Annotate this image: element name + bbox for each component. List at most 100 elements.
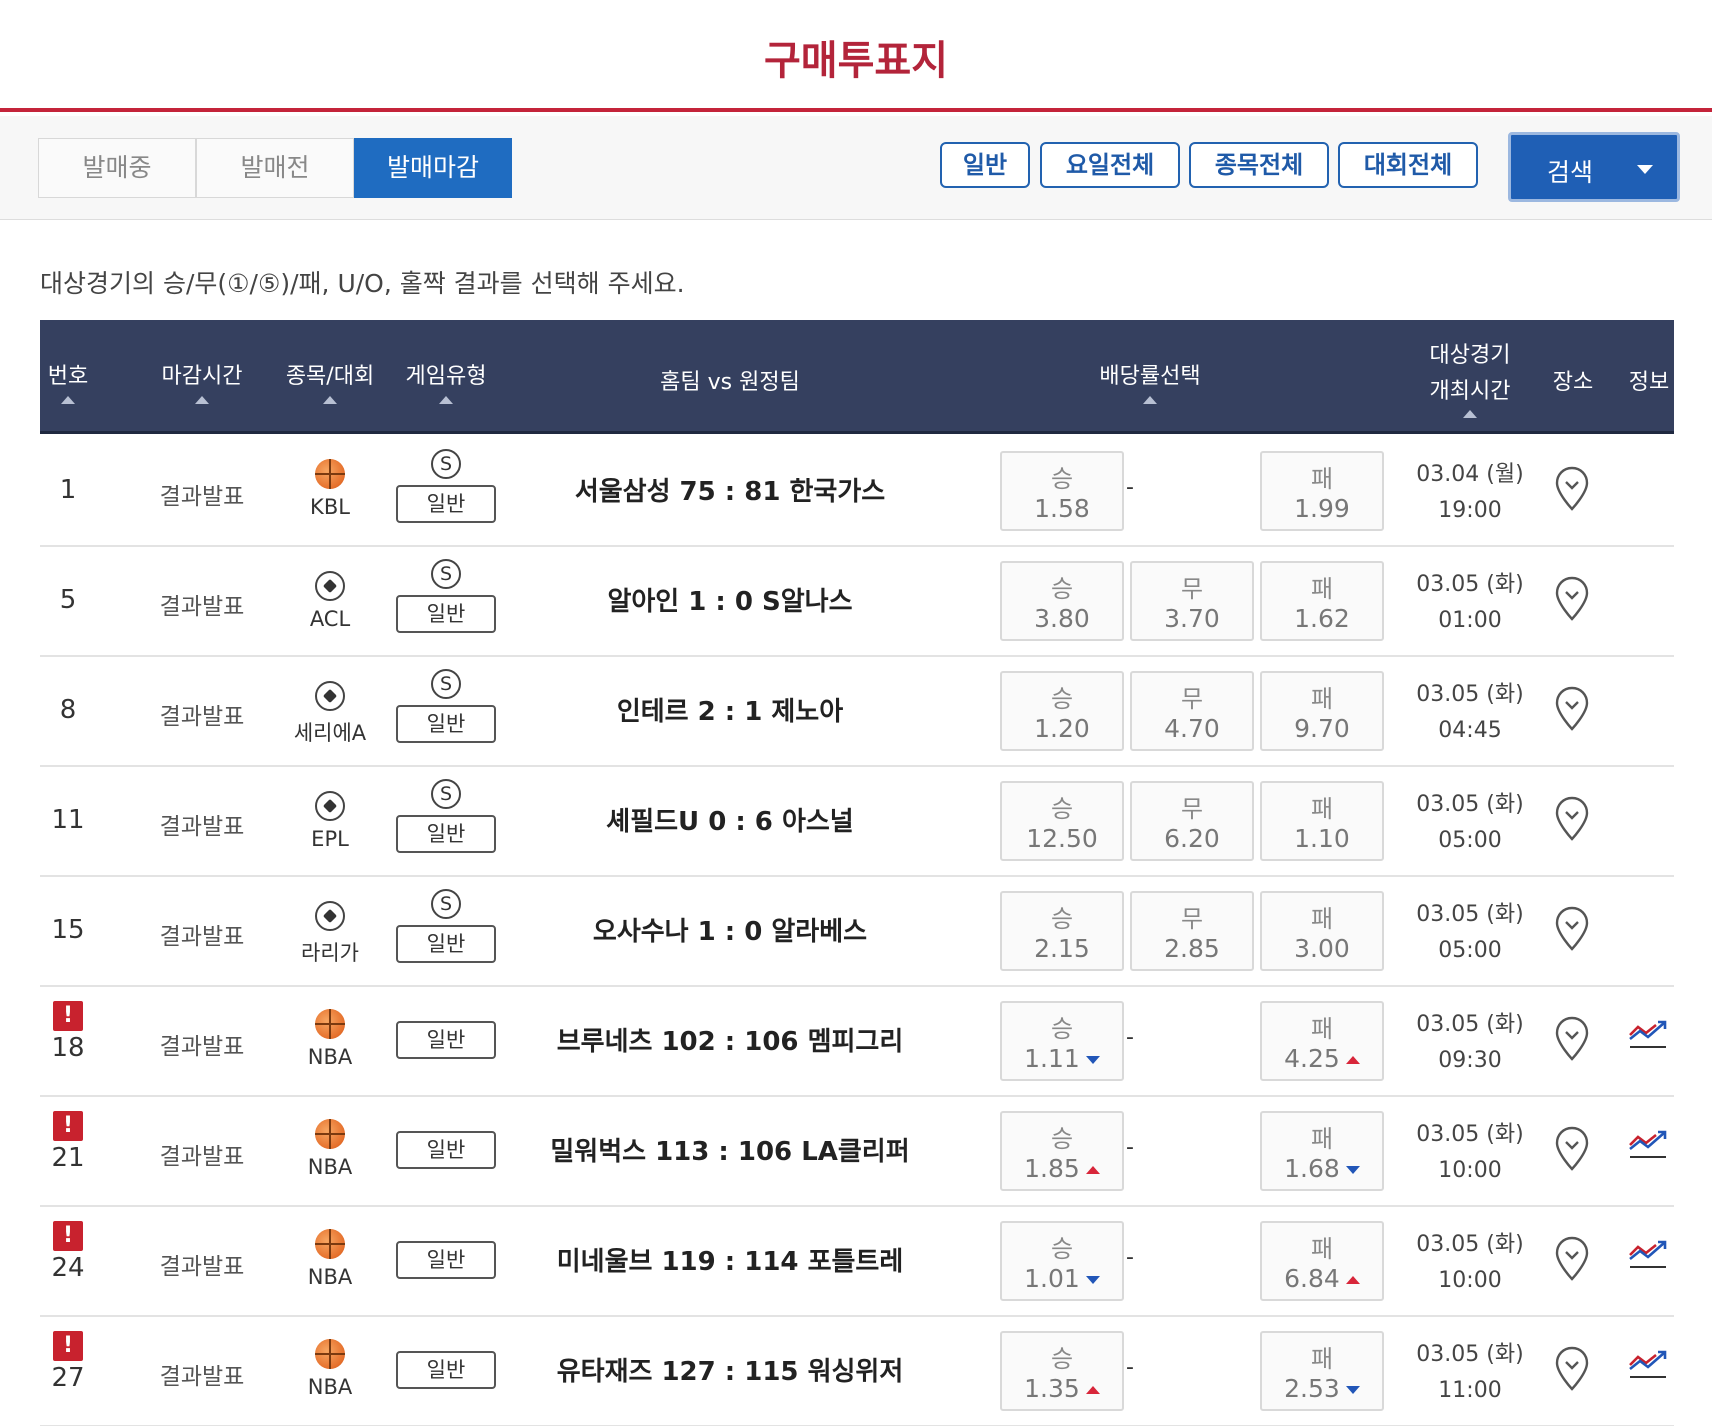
odds-draw-button[interactable]: 무 3.70: [1130, 561, 1254, 641]
filter-general-button[interactable]: 일반: [940, 142, 1030, 188]
venue-pin-icon[interactable]: [1554, 1125, 1590, 1177]
col-num[interactable]: 번호: [40, 358, 96, 404]
table-row: 8 결과발표 세리에A S 일반 인테르 2 : 1 제노아 승 1.20 무 4.70 패 9.70…: [40, 657, 1674, 767]
filter-sport-button[interactable]: 종목전체: [1189, 142, 1329, 188]
venue-pin-icon[interactable]: [1554, 905, 1590, 957]
col-num-label: 번호: [47, 364, 89, 389]
venue-pin-icon[interactable]: [1554, 1015, 1590, 1067]
table-row: 1 결과발표 KBL S 일반 서울삼성 75 : 81 한국가스 승 1.58- 패 1.99 0…: [40, 437, 1674, 547]
odds-down-icon: [1345, 1166, 1360, 1174]
odds-draw-button-value: 3.70: [1164, 604, 1220, 633]
odds-draw-button[interactable]: 무 4.70: [1130, 671, 1254, 751]
odds-lose-button[interactable]: 패 9.70: [1260, 671, 1384, 751]
match-date: 03.05 (화): [1416, 682, 1524, 707]
odds-lose-button[interactable]: 패 6.84: [1260, 1221, 1384, 1301]
col-deadline-label: 마감시간: [161, 364, 243, 389]
odds-win-button-value-wrap: 1.20: [1002, 714, 1122, 743]
tab-sale-closed[interactable]: 발매마감: [354, 138, 512, 198]
venue-pin-icon[interactable]: [1554, 575, 1590, 627]
odds-lose-button-value: 3.00: [1294, 934, 1350, 963]
odds-win-button-value: 1.85: [1024, 1154, 1080, 1183]
league-name: 라리가: [301, 941, 359, 965]
odds-up-icon: [1085, 1386, 1100, 1394]
row-number-cell: ! 24: [40, 1221, 96, 1283]
odds-up-icon: [1345, 1276, 1360, 1284]
venue-pin-icon[interactable]: [1554, 795, 1590, 847]
odds-chart-icon[interactable]: [1628, 1127, 1668, 1171]
odds-lose-button-value-wrap: 1.10: [1262, 824, 1382, 853]
tab-on-sale[interactable]: 발매중: [38, 138, 196, 198]
odds-win-button-value: 12.50: [1026, 824, 1098, 853]
col-sport[interactable]: 종목/대회: [270, 358, 390, 404]
soccer-ball-icon: [315, 791, 345, 821]
page-title: 구매투표지: [764, 38, 948, 84]
match-datetime: 03.05 (화) 11:00: [1400, 1337, 1540, 1409]
odds-win-button[interactable]: 승 1.20: [1000, 671, 1124, 751]
venue-pin-icon[interactable]: [1554, 1345, 1590, 1397]
tab-before-sale[interactable]: 발매전: [196, 138, 354, 198]
result-status: 결과발표: [159, 594, 245, 620]
col-datetime[interactable]: 대상경기 개최시간: [1400, 338, 1540, 418]
result-status: 결과발표: [159, 704, 245, 730]
odds-lose-button-value-wrap: 4.25: [1262, 1044, 1382, 1073]
col-datetime-label-2: 개최시간: [1429, 379, 1511, 404]
odds-win-button-label: 승: [1050, 575, 1074, 603]
venue-pin-icon[interactable]: [1554, 1235, 1590, 1287]
match-teams: 서울삼성 75 : 81 한국가스: [574, 477, 886, 507]
game-type-badge: 일반: [396, 1021, 496, 1059]
col-odds[interactable]: 배당률선택: [1080, 358, 1220, 404]
odds-lose-button[interactable]: 패 1.68: [1260, 1111, 1384, 1191]
odds-lose-button[interactable]: 패 1.62: [1260, 561, 1384, 641]
odds-lose-button-value-wrap: 1.62: [1262, 604, 1382, 633]
alert-icon: !: [53, 1001, 83, 1031]
table-row: 5 결과발표 ACL S 일반 알아인 1 : 0 S알나스 승 3.80 무 3.70 패 1.62…: [40, 547, 1674, 657]
odds-lose-button-value-wrap: 1.99: [1262, 494, 1382, 523]
odds-lose-button[interactable]: 패 2.53: [1260, 1331, 1384, 1411]
league-name: ACL: [309, 607, 351, 631]
odds-win-button[interactable]: 승 2.15: [1000, 891, 1124, 971]
odds-draw-button[interactable]: 무 6.20: [1130, 781, 1254, 861]
match-datetime: 03.05 (화) 04:45: [1400, 677, 1540, 749]
table-row: 15 결과발표 라리가 S 일반 오사수나 1 : 0 알라베스 승 2.15 무 2.85 패 3.…: [40, 877, 1674, 987]
odds-win-button-value: 1.01: [1024, 1264, 1080, 1293]
odds-draw-button-value: 4.70: [1164, 714, 1220, 743]
odds-lose-button[interactable]: 패 4.25: [1260, 1001, 1384, 1081]
sort-up-icon: [1143, 396, 1157, 404]
match-teams: 브루네츠 102 : 106 멤피그리: [556, 1027, 904, 1057]
odds-draw-button-value-wrap: 2.85: [1132, 934, 1252, 963]
filter-league-button[interactable]: 대회전체: [1338, 142, 1478, 188]
odds-win-button[interactable]: 승 12.50: [1000, 781, 1124, 861]
venue-pin-icon[interactable]: [1554, 465, 1590, 517]
col-deadline[interactable]: 마감시간: [132, 358, 272, 404]
col-sport-label: 종목/대회: [285, 364, 375, 389]
odds-up-icon: [1345, 1056, 1360, 1064]
instruction-text: 대상경기의 승/무(①/⑤)/패, U/O, 홀짝 결과를 선택해 주세요.: [40, 269, 685, 298]
league-cell: KBL: [270, 459, 390, 519]
game-type-badge: 일반: [396, 1351, 496, 1389]
odds-lose-button-label: 패: [1310, 795, 1334, 823]
sort-up-icon: [1463, 410, 1477, 418]
venue-pin-icon[interactable]: [1554, 685, 1590, 737]
odds-lose-button[interactable]: 패 1.10: [1260, 781, 1384, 861]
no-draw-dash: -: [1126, 475, 1134, 500]
table-row: 11 결과발표 EPL S 일반 셰필드U 0 : 6 아스널 승 12.50 무 6.20 패 1.…: [40, 767, 1674, 877]
no-draw-dash: -: [1126, 1245, 1134, 1270]
odds-chart-icon[interactable]: [1628, 1237, 1668, 1281]
odds-lose-button-value: 1.62: [1294, 604, 1350, 633]
row-number-cell: 8: [40, 695, 96, 725]
odds-lose-button[interactable]: 패 3.00: [1260, 891, 1384, 971]
search-button[interactable]: 검색: [1508, 132, 1680, 202]
odds-draw-button[interactable]: 무 2.85: [1130, 891, 1254, 971]
league-name: NBA: [307, 1375, 353, 1399]
search-label: 검색: [1547, 158, 1594, 187]
odds-chart-icon[interactable]: [1628, 1347, 1668, 1391]
odds-chart-icon[interactable]: [1628, 1017, 1668, 1061]
odds-win-button[interactable]: 승 3.80: [1000, 561, 1124, 641]
filter-day-button[interactable]: 요일전체: [1040, 142, 1180, 188]
match-teams: 인테르 2 : 1 제노아: [616, 697, 844, 727]
col-gametype[interactable]: 게임유형: [396, 358, 496, 404]
table-row: ! 24 결과발표 NBA 일반 미네울브 119 : 114 포틀트레 승 1.01- 패 6.…: [40, 1207, 1674, 1317]
result-status: 결과발표: [159, 1254, 245, 1280]
result-status: 결과발표: [159, 924, 245, 950]
odds-lose-button[interactable]: 패 1.99: [1260, 451, 1384, 531]
